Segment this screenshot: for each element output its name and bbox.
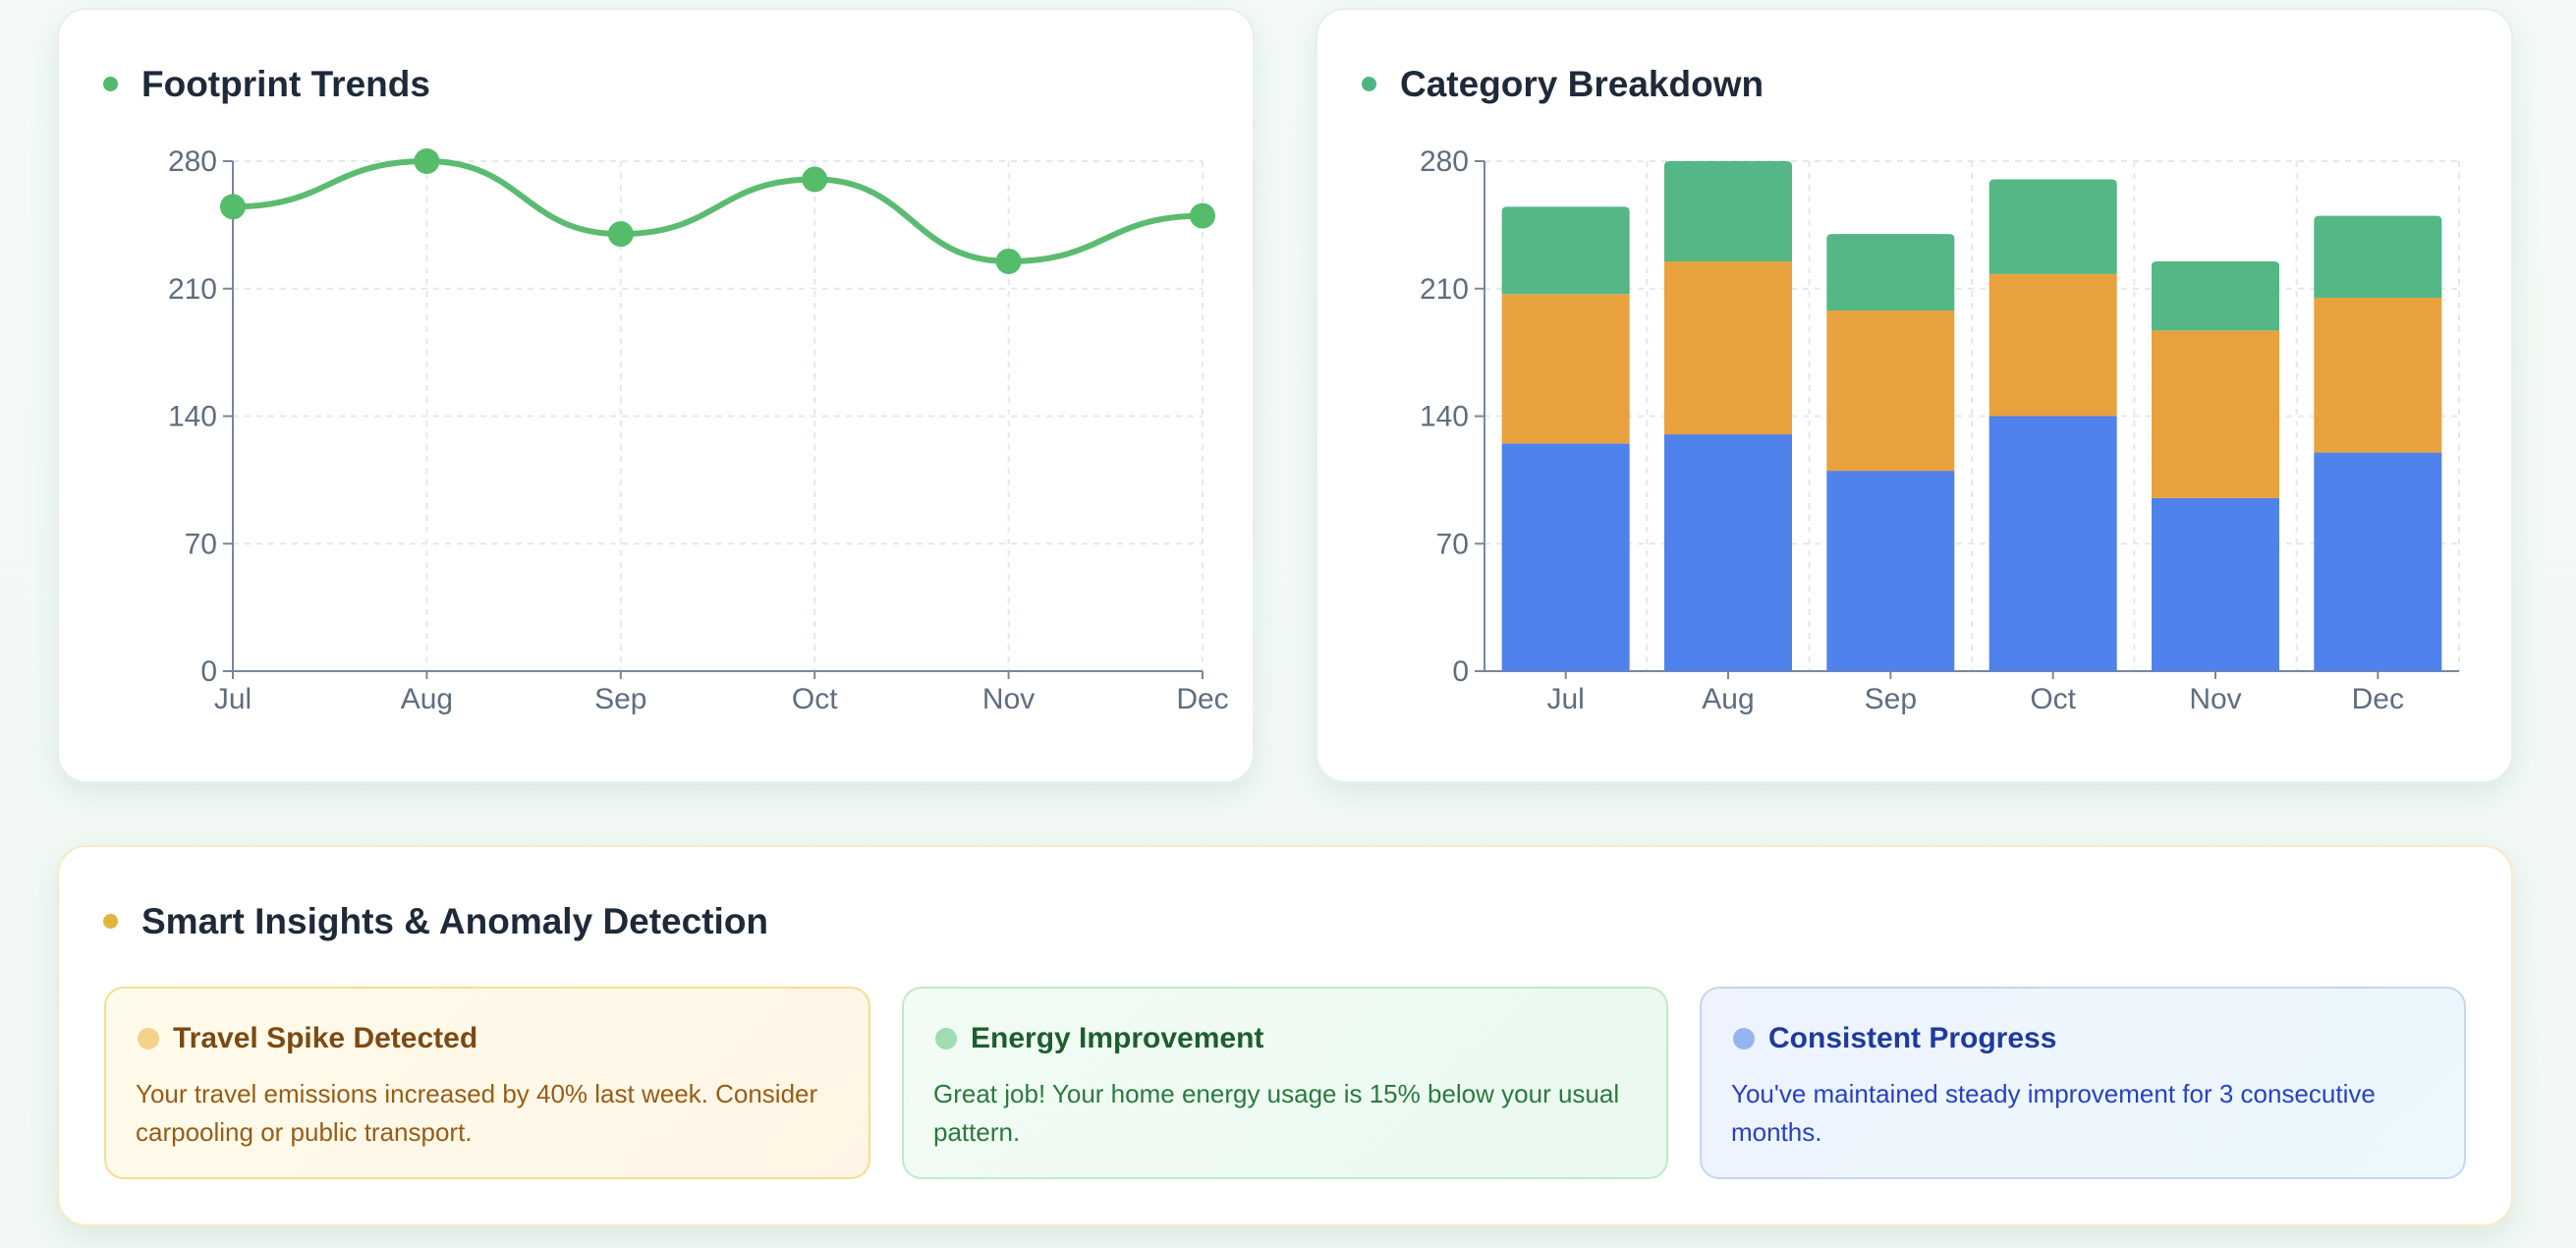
bar-segment [1988, 179, 2117, 274]
trend-point [414, 148, 440, 174]
bar-segment [1501, 294, 1630, 444]
y-tick-label: 70 [1436, 528, 1469, 560]
insight-text: You've maintained steady improvement for… [1731, 1079, 2376, 1147]
bar-segment [1664, 260, 1792, 435]
y-tick-label: 280 [168, 145, 217, 178]
bar-segment [2152, 497, 2279, 671]
bar-segment [1826, 234, 1955, 311]
insights-title: Smart Insights & Anomaly Detection [141, 901, 769, 941]
insight-title: Travel Spike Detected [173, 1022, 478, 1054]
insight-energy-improvement: Energy Improvement Great job! Your home … [902, 987, 1668, 1179]
x-tick-label: Sep [1865, 683, 1917, 715]
x-tick-label: Dec [2352, 683, 2404, 715]
y-tick-label: 70 [185, 528, 217, 560]
trend-point [607, 221, 634, 248]
x-tick-label: Aug [401, 683, 453, 715]
bar-segment [1501, 443, 1630, 671]
trend-point [220, 194, 246, 220]
x-tick-label: Jul [214, 683, 252, 715]
bar-segment [1501, 206, 1630, 295]
x-tick-label: Jul [1546, 683, 1584, 715]
x-tick-label: Nov [982, 683, 1035, 715]
trend-line [230, 157, 1205, 264]
trend-point [1190, 202, 1215, 229]
bar-segment [2152, 330, 2279, 498]
bar-segment [2152, 260, 2279, 331]
bar-segment [2314, 452, 2442, 671]
bar-segment [1664, 434, 1792, 671]
insight-status-dot [935, 1028, 957, 1049]
insight-status-dot [138, 1028, 159, 1049]
bar-segment [1988, 273, 2117, 417]
x-tick-label: Oct [792, 683, 838, 715]
insights-title-dot [103, 914, 118, 929]
category-breakdown-chart: 0 70 140 210 280 Jul Aug Sep Oct Nov Dec [1420, 145, 2460, 715]
insight-consistent-progress: Consistent Progress You've maintained st… [1700, 987, 2466, 1179]
y-tick-label: 210 [1420, 273, 1469, 306]
x-tick-label: Oct [2030, 683, 2076, 715]
bar-segment [1664, 161, 1792, 261]
trend-point [802, 166, 828, 193]
bar-segment [2314, 298, 2442, 453]
bar-segment [1988, 416, 2117, 671]
insight-status-dot [1733, 1028, 1755, 1049]
bar-segment [1826, 471, 1955, 671]
x-tick-label: Dec [1176, 683, 1228, 715]
x-tick-label: Sep [594, 683, 646, 715]
footprint-trends-card: Footprint Trends 0 70 140 210 280 Jul Aug Sep Oc… [57, 8, 1255, 783]
y-tick-label: 210 [168, 273, 217, 306]
smart-insights-card: Smart Insights & Anomaly Detection Trave… [57, 845, 2513, 1226]
trend-point [995, 248, 1022, 274]
bar-segment [1826, 310, 1955, 472]
insight-text: Great job! Your home energy usage is 15%… [933, 1079, 1620, 1147]
y-tick-label: 0 [1452, 655, 1469, 688]
x-tick-label: Nov [2189, 683, 2241, 715]
category-breakdown-card: Category Breakdown 0 70 140 210 280 Jul Aug Sep… [1316, 8, 2513, 783]
insight-title: Consistent Progress [1768, 1022, 2057, 1054]
y-tick-label: 140 [1420, 401, 1469, 433]
bar-segment [2314, 215, 2442, 299]
insight-text: Your travel emissions increased by 40% l… [136, 1079, 818, 1147]
x-tick-label: Aug [1702, 683, 1754, 715]
footprint-trends-chart: 070140210280Jul Aug Sep Oct Nov Dec [168, 145, 1229, 715]
insight-title: Energy Improvement [971, 1022, 1264, 1054]
y-tick-label: 280 [1420, 145, 1469, 178]
y-tick-label: 140 [168, 401, 217, 433]
insight-travel-spike: Travel Spike Detected Your travel emissi… [104, 987, 870, 1179]
